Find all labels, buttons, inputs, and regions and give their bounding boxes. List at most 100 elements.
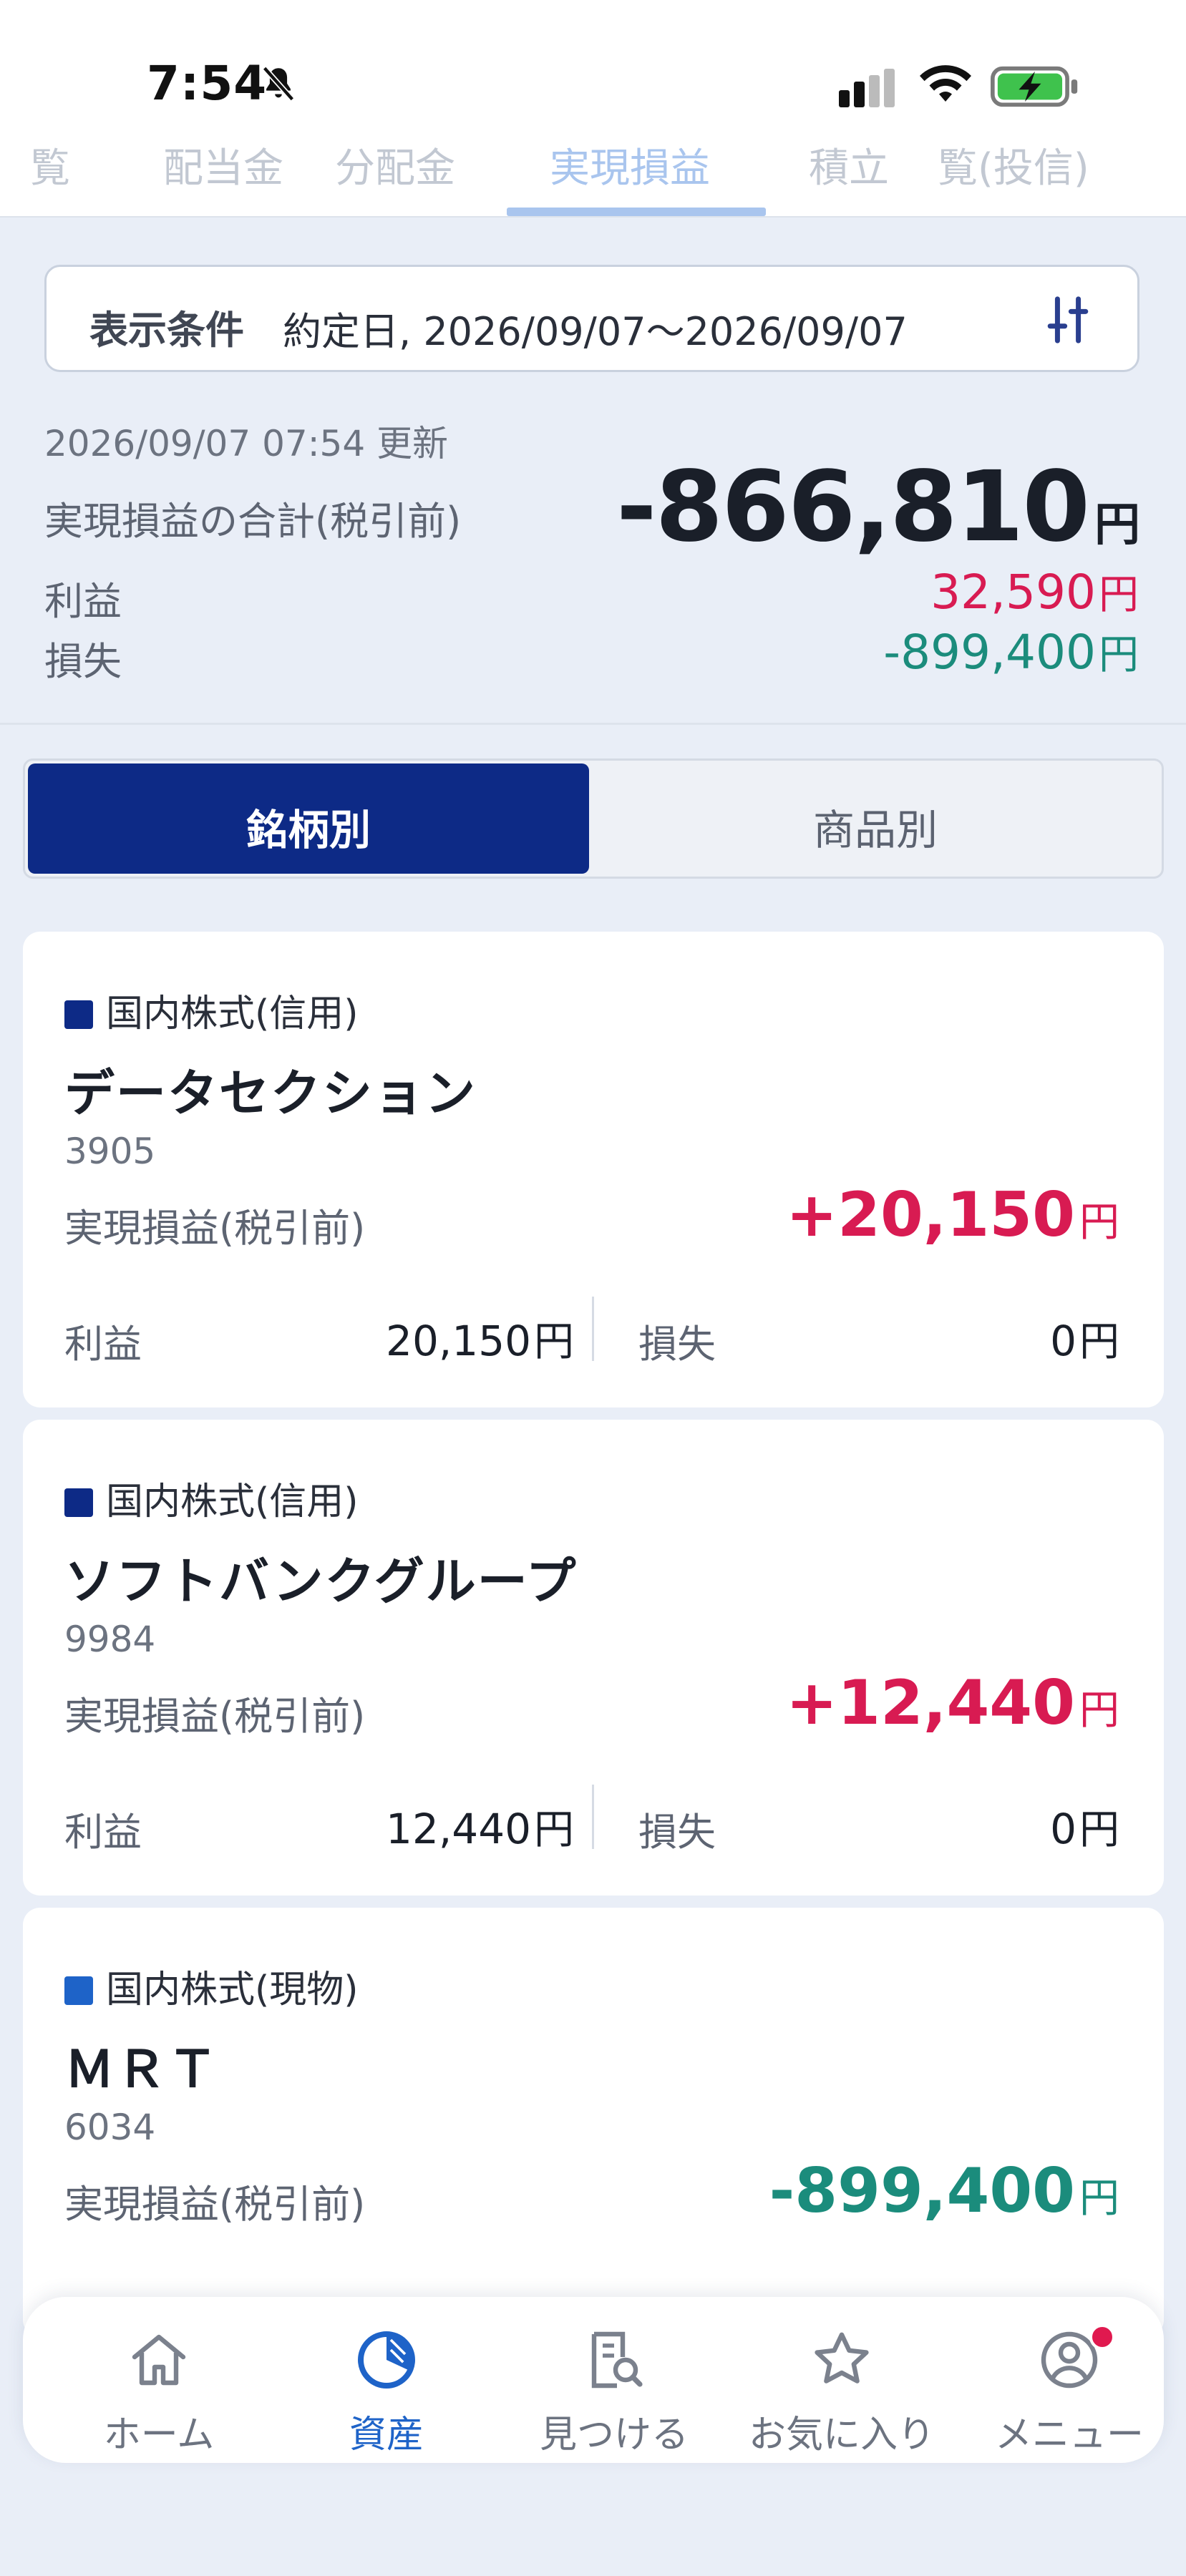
card-profit-label: 利益	[64, 1322, 142, 1367]
nav-favorites-label: お気に入り	[748, 2414, 935, 2457]
card-divider	[592, 1785, 594, 1849]
product-tag: 国内株式(信用)	[64, 1471, 359, 1525]
currency-unit: 円	[1079, 2175, 1119, 2222]
product-tag-label: 国内株式(現物)	[106, 1968, 359, 2011]
pie-chart-icon	[358, 2331, 415, 2389]
stock-card[interactable]: 国内株式(信用) データセクション 3905 実現損益(税引前) +20,150…	[23, 932, 1164, 1407]
nav-menu[interactable]: メニュー	[962, 2324, 1177, 2457]
nav-menu-label: メニュー	[994, 2414, 1144, 2457]
sliders-icon	[1047, 296, 1089, 343]
realized-value: +20,150 円	[786, 1179, 1119, 1251]
filter-condition-button[interactable]: 表示条件 約定日, 2026/09/07〜2026/09/07	[44, 265, 1139, 372]
tag-color-square	[64, 1976, 93, 2005]
stock-name: ソフトバンクグループ	[64, 1552, 578, 1611]
currency-unit: 円	[534, 1807, 574, 1853]
notification-badge	[1089, 2324, 1115, 2350]
product-tag: 国内株式(現物)	[64, 1959, 359, 2013]
filter-label: 表示条件	[89, 308, 244, 353]
tab-realized-pl[interactable]: 実現損益	[550, 143, 710, 194]
stock-code: 9984	[64, 1619, 156, 1660]
total-realized-value: -866,810 円	[616, 451, 1140, 564]
profit-value: 32,590円	[930, 562, 1139, 620]
realized-amount: -899,400	[769, 2155, 1075, 2227]
product-tag-label: 国内株式(信用)	[106, 1480, 359, 1523]
currency-unit: 円	[1099, 632, 1139, 678]
card-profit-value: 12,440円	[366, 1797, 574, 1855]
nav-assets[interactable]: 資産	[279, 2326, 494, 2457]
stock-card[interactable]: 国内株式(現物) ＭＲＴ 6034 実現損益(税引前) -899,400 円	[23, 1908, 1164, 2337]
card-loss-value: 0円	[1050, 1309, 1119, 1367]
wifi-icon	[920, 65, 971, 102]
search-document-icon	[591, 2331, 643, 2389]
realized-value: -899,400 円	[769, 2155, 1119, 2227]
card-loss-value: 0円	[1050, 1797, 1119, 1855]
tag-color-square	[64, 1000, 93, 1029]
loss-value: -899,400円	[883, 623, 1139, 680]
active-tab-indicator	[507, 208, 766, 216]
total-realized-amount: -866,810	[616, 451, 1090, 564]
card-divider	[592, 1297, 594, 1361]
nav-home-label: ホーム	[103, 2414, 215, 2457]
tab-accumulation[interactable]: 積立	[809, 143, 889, 194]
realized-amount: +12,440	[786, 1667, 1075, 1739]
nav-home[interactable]: ホーム	[52, 2326, 266, 2457]
star-icon	[815, 2332, 869, 2384]
profit-label: 利益	[44, 579, 122, 624]
segment-by-stock-label: 銘柄別	[246, 806, 371, 854]
stock-name: ＭＲＴ	[64, 2040, 219, 2099]
stock-card[interactable]: 国内株式(信用) ソフトバンクグループ 9984 実現損益(税引前) +12,4…	[23, 1420, 1164, 1896]
currency-unit: 円	[1079, 1319, 1119, 1365]
tab-dividends[interactable]: 配当金	[163, 143, 283, 194]
segment-by-product[interactable]: 商品別	[590, 763, 1160, 874]
segment-by-product-label: 商品別	[812, 806, 938, 854]
loss-label: 損失	[44, 639, 122, 684]
nav-discover[interactable]: 見つける	[507, 2326, 721, 2457]
card-profit-value: 20,150円	[366, 1309, 574, 1367]
status-bar: 7:54	[0, 0, 1186, 143]
filter-value: 約定日, 2026/09/07〜2026/09/07	[283, 309, 908, 354]
realized-label: 実現損益(税引前)	[64, 2182, 366, 2227]
loss-amount: -899,400	[883, 625, 1096, 680]
realized-label: 実現損益(税引前)	[64, 1694, 366, 1739]
view-segmented-control: 銘柄別 商品別	[23, 758, 1164, 879]
section-divider	[0, 723, 1186, 725]
card-loss-amount: 0	[1050, 1805, 1076, 1853]
stock-code: 3905	[64, 1131, 156, 1172]
stock-name: データセクション	[64, 1064, 477, 1123]
nav-discover-label: 見つける	[539, 2414, 689, 2457]
nav-assets-label: 資産	[349, 2414, 424, 2457]
currency-unit: 円	[1099, 572, 1139, 618]
card-loss-amount: 0	[1050, 1317, 1076, 1365]
updated-timestamp: 2026/09/07 07:54 更新	[44, 423, 449, 464]
currency-unit: 円	[534, 1319, 574, 1365]
top-tab-strip: 覧 配当金 分配金 実現損益 積立 覧(投信)	[0, 143, 1186, 218]
card-profit-label: 利益	[64, 1810, 142, 1855]
nav-favorites[interactable]: お気に入り	[734, 2326, 949, 2457]
tab-overview[interactable]: 覧	[30, 143, 70, 194]
product-tag: 国内株式(信用)	[64, 983, 359, 1037]
home-icon	[132, 2334, 186, 2386]
stock-code: 6034	[64, 2107, 156, 2148]
card-profit-amount: 20,150	[386, 1317, 531, 1365]
currency-unit: 円	[1079, 1687, 1119, 1734]
card-profit-amount: 12,440	[386, 1805, 531, 1853]
currency-unit: 円	[1079, 1807, 1119, 1853]
realized-amount: +20,150	[786, 1179, 1075, 1251]
bottom-navigation: ホーム 資産 見つける お気に入り メニュー	[23, 2297, 1164, 2463]
realized-value: +12,440 円	[786, 1667, 1119, 1739]
profit-amount: 32,590	[930, 565, 1096, 620]
segment-by-stock[interactable]: 銘柄別	[28, 763, 589, 874]
card-loss-label: 損失	[638, 1810, 716, 1855]
card-loss-label: 損失	[638, 1322, 716, 1367]
product-tag-label: 国内株式(信用)	[106, 992, 359, 1035]
battery-charging-icon	[991, 66, 1078, 107]
cellular-signal-icon	[839, 69, 895, 107]
tab-distributions[interactable]: 分配金	[335, 143, 455, 194]
bell-muted-icon	[262, 66, 295, 102]
status-time: 7:54	[147, 56, 268, 111]
tab-fund-overview[interactable]: 覧(投信)	[938, 143, 1089, 194]
tag-color-square	[64, 1488, 93, 1517]
realized-label: 実現損益(税引前)	[64, 1206, 366, 1251]
currency-unit: 円	[1094, 499, 1140, 552]
total-realized-label: 実現損益の合計(税引前)	[44, 499, 462, 544]
